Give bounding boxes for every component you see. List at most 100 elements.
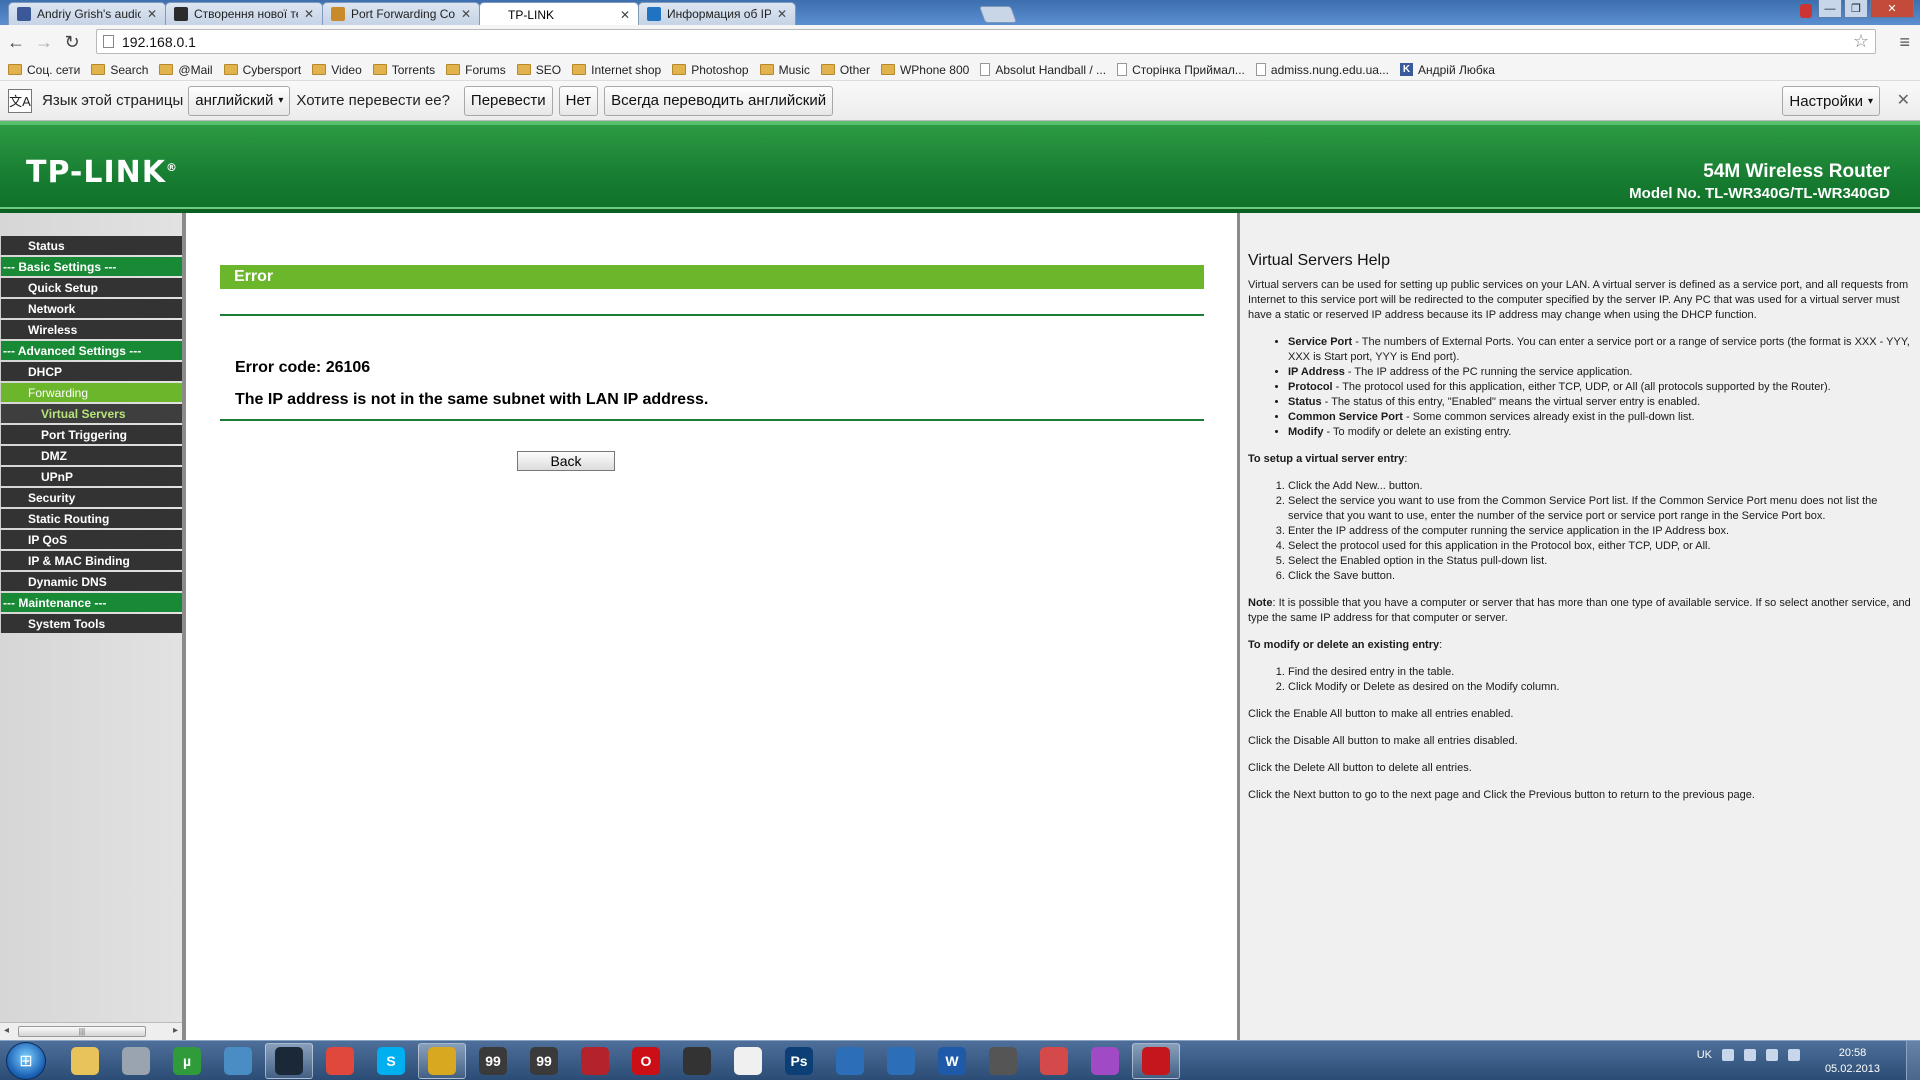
tab-close-icon[interactable]: ✕ [620, 8, 630, 22]
menu-item[interactable]: Port Triggering [0, 425, 182, 444]
volume-tray-icon[interactable] [1788, 1049, 1800, 1061]
network-tray-icon[interactable] [1744, 1049, 1756, 1061]
browser-tab[interactable]: TP-LINK ✕ [479, 2, 639, 26]
profile-icon[interactable] [1800, 4, 1812, 18]
taskbar-app[interactable] [571, 1043, 619, 1079]
browser-tab[interactable]: Информация об IP адрес ✕ [638, 2, 796, 25]
bookmark-item[interactable]: admiss.nung.edu.ua... [1255, 63, 1389, 77]
bookmark-item[interactable]: Сторінка Приймал... [1117, 63, 1245, 77]
menu-item[interactable]: Network [0, 299, 182, 318]
taskbar-app[interactable] [112, 1043, 160, 1079]
taskbar-app[interactable]: 99 [520, 1043, 568, 1079]
menu-item[interactable]: Security [0, 488, 182, 507]
bookmark-item[interactable]: Internet shop [572, 63, 661, 77]
tab-close-icon[interactable]: ✕ [777, 7, 787, 21]
clock[interactable]: 20:58 05.02.2013 [1825, 1045, 1880, 1077]
back-arrow-icon[interactable]: ← [4, 30, 28, 54]
scroll-left-icon[interactable]: ◂ [4, 1025, 9, 1036]
browser-toolbar: ← → ↻ 192.168.0.1 ☆ ≡ [0, 25, 1920, 59]
bookmark-item[interactable]: SEO [516, 62, 562, 77]
taskbar-app[interactable]: 99 [469, 1043, 517, 1079]
taskbar-app[interactable] [316, 1043, 364, 1079]
flag-tray-icon[interactable] [1766, 1049, 1778, 1061]
bookmark-item[interactable]: Соц. сети [8, 63, 80, 77]
taskbar-app[interactable] [214, 1043, 262, 1079]
reload-icon[interactable]: ↻ [60, 30, 84, 54]
maximize-button[interactable]: ❐ [1844, 0, 1868, 18]
bookmark-item[interactable]: Forums [446, 63, 506, 77]
tab-favicon-icon [331, 7, 345, 21]
menu-item[interactable]: DMZ [0, 446, 182, 465]
chrome-menu-icon[interactable]: ≡ [1899, 32, 1910, 53]
menu-item[interactable]: UPnP [0, 467, 182, 486]
show-desktop-button[interactable] [1906, 1041, 1920, 1080]
menu-item[interactable]: Forwarding [0, 383, 182, 402]
taskbar-app[interactable] [418, 1043, 466, 1079]
browser-tab[interactable]: Port Forwarding Counter ✕ [322, 2, 480, 25]
taskbar-app[interactable] [1081, 1043, 1129, 1079]
bookmark-item[interactable]: Search [91, 63, 148, 77]
taskbar-app[interactable] [61, 1043, 109, 1079]
scrollbar-thumb[interactable]: ||| [18, 1026, 146, 1037]
translate-button[interactable]: Перевести [463, 85, 553, 116]
tab-close-icon[interactable]: ✕ [461, 7, 471, 21]
close-window-button[interactable]: ✕ [1870, 0, 1914, 18]
menu-item[interactable]: Dynamic DNS [0, 572, 182, 591]
taskbar-app[interactable] [877, 1043, 925, 1079]
menu-item[interactable]: IP QoS [0, 530, 182, 549]
forward-arrow-icon[interactable]: → [32, 30, 56, 54]
bookmark-item[interactable]: K Андрій Любка [1399, 63, 1495, 77]
menu-item[interactable]: Status [0, 236, 182, 255]
tab-close-icon[interactable]: ✕ [304, 7, 314, 21]
taskbar-app[interactable]: S [367, 1043, 415, 1079]
language-indicator[interactable]: UK [1697, 1049, 1712, 1061]
bookmark-star-icon[interactable]: ☆ [1853, 31, 1869, 52]
menu-item[interactable]: Wireless [0, 320, 182, 339]
taskbar-app[interactable] [1030, 1043, 1078, 1079]
menu-item[interactable]: Quick Setup [0, 278, 182, 297]
start-button-icon[interactable]: ⊞ [6, 1042, 46, 1080]
taskbar-app[interactable] [1132, 1043, 1180, 1079]
horizontal-scrollbar[interactable]: ◂ ||| ▸ [0, 1022, 182, 1040]
menu-item[interactable]: Static Routing [0, 509, 182, 528]
new-tab-button[interactable] [978, 6, 1018, 23]
taskbar-app[interactable] [826, 1043, 874, 1079]
back-button[interactable]: Back [517, 451, 615, 471]
taskbar-app[interactable]: Ps [775, 1043, 823, 1079]
menu-item[interactable]: Virtual Servers [0, 404, 182, 423]
browser-tab[interactable]: Andriy Grish's audio files | ✕ [8, 2, 166, 25]
browser-tab[interactable]: Створення нової теми - (✕ [165, 2, 323, 25]
always-translate-button[interactable]: Всегда переводить английский [604, 85, 834, 116]
scroll-right-icon[interactable]: ▸ [173, 1025, 178, 1036]
menu-item[interactable]: System Tools [0, 614, 182, 633]
language-select[interactable]: английский ▾ [188, 85, 291, 116]
bookmark-item[interactable]: Cybersport [223, 63, 301, 77]
no-button[interactable]: Нет [558, 85, 599, 116]
bookmark-item[interactable]: WPhone 800 [880, 63, 969, 77]
bookmark-item[interactable]: Photoshop [672, 63, 749, 77]
minimize-button[interactable]: — [1818, 0, 1842, 18]
taskbar-app[interactable]: W [928, 1043, 976, 1079]
bookmark-item[interactable]: Torrents [372, 63, 435, 77]
bookmark-item[interactable]: Video [312, 63, 362, 77]
menu-item[interactable]: DHCP [0, 362, 182, 381]
bookmark-label: SEO [535, 62, 562, 77]
url-text[interactable]: 192.168.0.1 [122, 34, 196, 50]
translate-settings-button[interactable]: Настройки ▾ [1782, 86, 1880, 116]
bookmark-item[interactable]: @Mail [159, 63, 213, 77]
taskbar-app[interactable]: O [622, 1043, 670, 1079]
menu-item[interactable]: IP & MAC Binding [0, 551, 182, 570]
address-bar[interactable]: 192.168.0.1 ☆ [96, 29, 1876, 54]
bookmark-item[interactable]: Music [759, 63, 810, 77]
bookmark-item[interactable]: Other [820, 62, 870, 77]
close-icon[interactable]: ✕ [1897, 90, 1910, 110]
taskbar-app[interactable]: µ [163, 1043, 211, 1079]
help-tray-icon[interactable] [1722, 1049, 1734, 1061]
taskbar-app[interactable] [724, 1043, 772, 1079]
taskbar-app[interactable] [265, 1043, 313, 1079]
tab-close-icon[interactable]: ✕ [147, 7, 157, 21]
taskbar-app[interactable] [673, 1043, 721, 1079]
bookmark-item[interactable]: Absolut Handball / ... [980, 63, 1106, 77]
taskbar-app[interactable] [979, 1043, 1027, 1079]
bookmark-label: Other [839, 62, 870, 77]
